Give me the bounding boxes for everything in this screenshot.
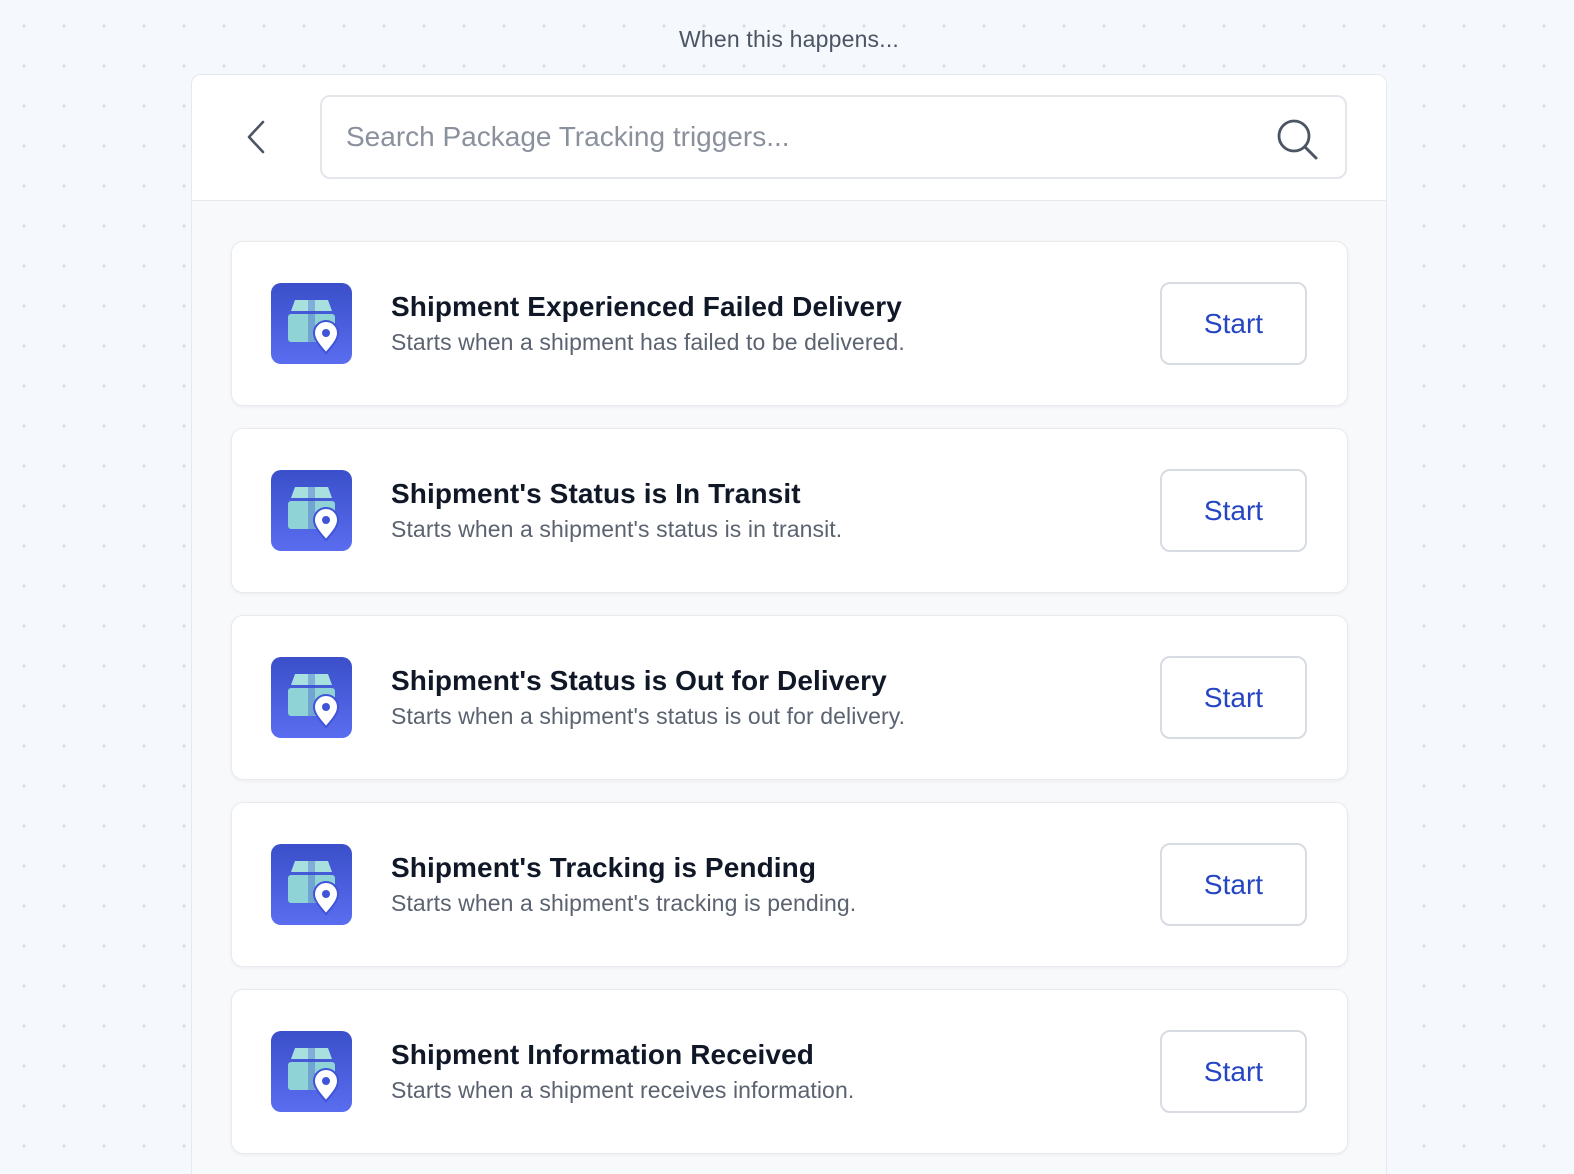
start-button[interactable]: Start <box>1160 469 1307 552</box>
page-heading: When this happens... <box>678 26 900 52</box>
trigger-picker-panel: Shipment Experienced Failed Delivery Sta… <box>191 74 1387 1174</box>
trigger-list: Shipment Experienced Failed Delivery Sta… <box>231 241 1348 1174</box>
trigger-description: Starts when a shipment's status is out f… <box>391 703 906 729</box>
trigger-description: Starts when a shipment's tracking is pen… <box>391 890 857 916</box>
package-tracking-app-icon <box>271 657 352 738</box>
package-tracking-app-icon <box>271 470 352 551</box>
trigger-title: Shipment Experienced Failed Delivery <box>391 291 902 322</box>
trigger-item-in-transit[interactable]: Shipment's Status is In Transit Starts w… <box>231 428 1348 593</box>
trigger-item-out-for-delivery[interactable]: Shipment's Status is Out for Delivery St… <box>231 615 1348 780</box>
chevron-left-icon <box>247 120 265 154</box>
trigger-description: Starts when a shipment's status is in tr… <box>391 516 843 542</box>
trigger-item-information-received[interactable]: Shipment Information Received Starts whe… <box>231 989 1348 1154</box>
start-button[interactable]: Start <box>1160 656 1307 739</box>
start-button[interactable]: Start <box>1160 1030 1307 1113</box>
trigger-item-failed-delivery[interactable]: Shipment Experienced Failed Delivery Sta… <box>231 241 1348 406</box>
start-button[interactable]: Start <box>1160 282 1307 365</box>
trigger-description: Starts when a shipment receives informat… <box>391 1077 855 1103</box>
trigger-title: Shipment's Status is In Transit <box>391 478 801 509</box>
package-tracking-app-icon <box>271 1031 352 1112</box>
start-button[interactable]: Start <box>1160 843 1307 926</box>
package-tracking-app-icon <box>271 283 352 364</box>
search-input[interactable] <box>346 97 1246 177</box>
search-header <box>192 75 1386 201</box>
back-button[interactable] <box>236 115 276 159</box>
search-icon[interactable] <box>1275 117 1319 161</box>
trigger-item-tracking-pending[interactable]: Shipment's Tracking is Pending Starts wh… <box>231 802 1348 967</box>
trigger-title: Shipment Information Received <box>391 1039 814 1070</box>
trigger-title: Shipment's Status is Out for Delivery <box>391 665 887 696</box>
trigger-title: Shipment's Tracking is Pending <box>391 852 817 883</box>
package-tracking-app-icon <box>271 844 352 925</box>
trigger-description: Starts when a shipment has failed to be … <box>391 329 905 355</box>
search-box <box>320 95 1347 179</box>
